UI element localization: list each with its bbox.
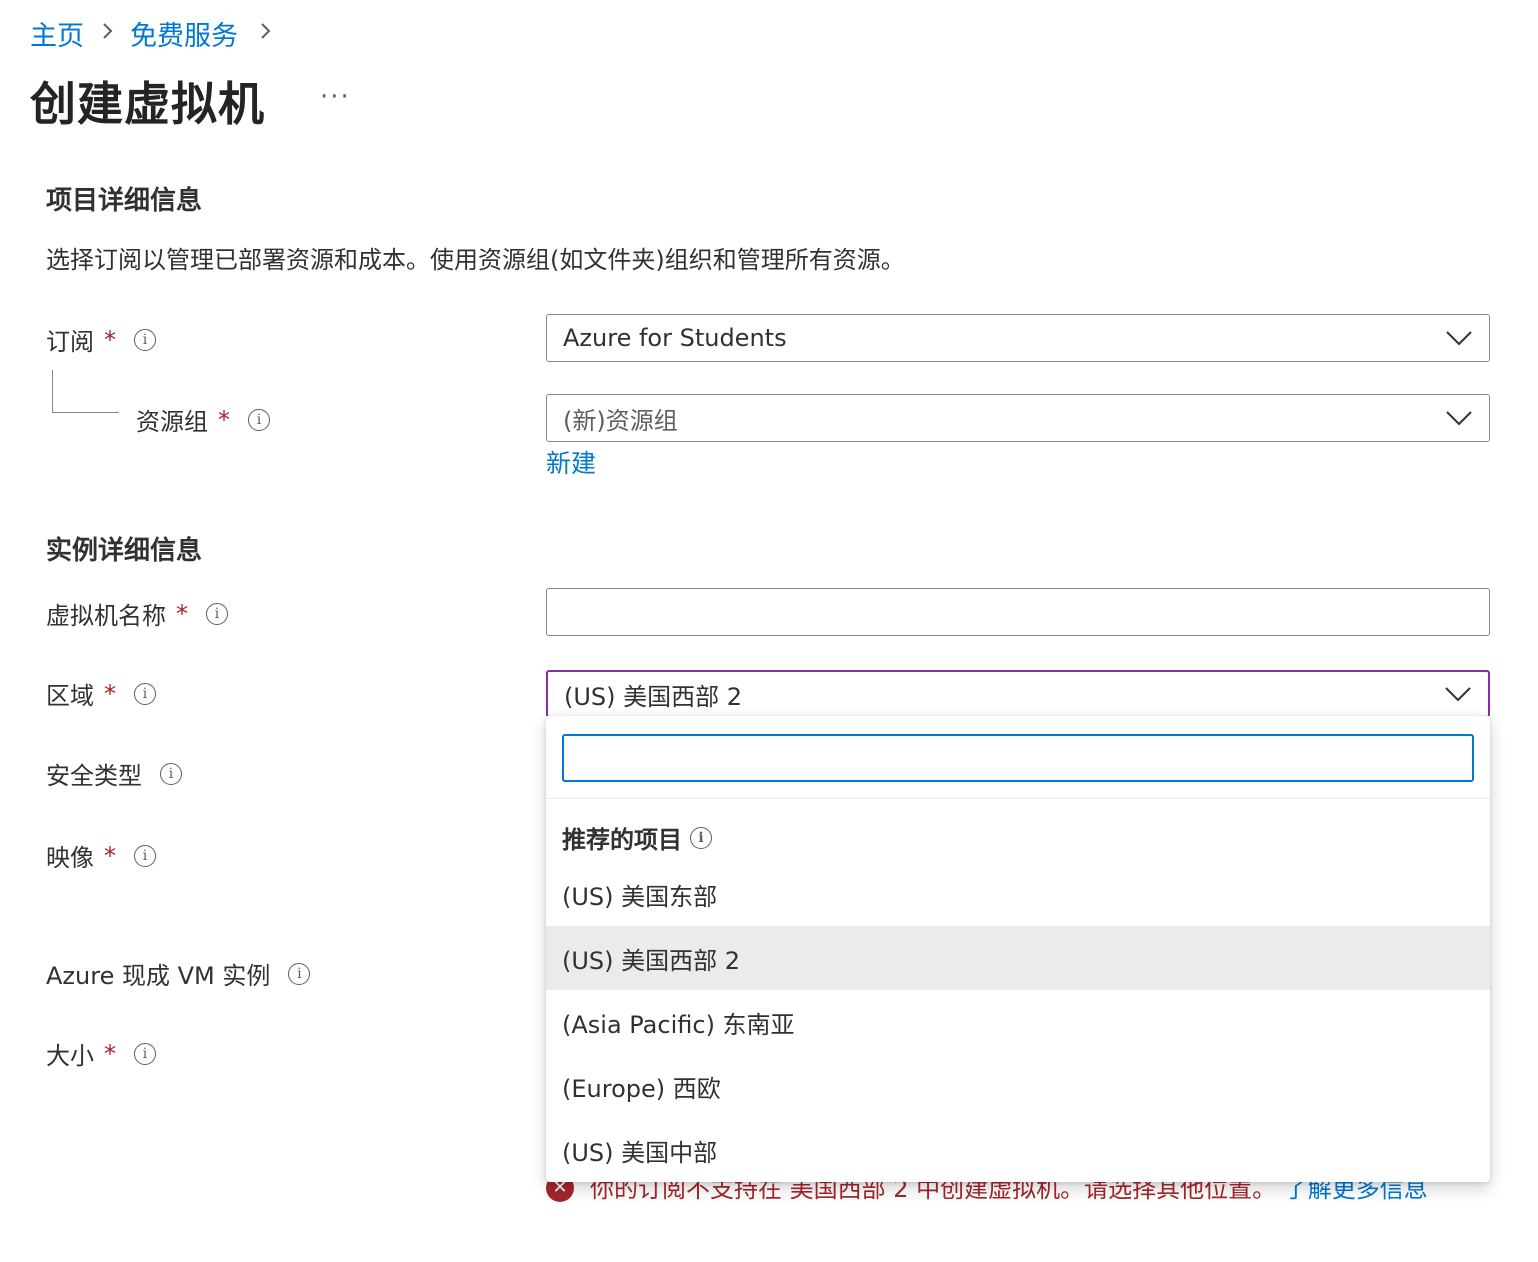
subscription-value: Azure for Students [563, 324, 787, 352]
required-mark: * [218, 405, 230, 434]
info-icon[interactable]: i [134, 1042, 156, 1065]
resource-group-label-text: 资源组 [136, 408, 208, 436]
vm-name-input[interactable] [546, 588, 1490, 636]
chevron-right-icon [261, 23, 271, 39]
security-type-label-text: 安全类型 [46, 762, 142, 790]
create-new-resource-group-link[interactable]: 新建 [546, 444, 596, 480]
chevron-down-icon [1445, 687, 1471, 702]
required-mark: * [176, 599, 188, 628]
recommended-group-header: 推荐的项目 i [562, 820, 712, 855]
chevron-down-icon [1446, 331, 1472, 346]
info-icon[interactable]: i [134, 328, 156, 351]
region-label-text: 区域 [46, 682, 94, 710]
breadcrumb-free-services[interactable]: 免费服务 [130, 14, 238, 53]
size-label-text: 大小 [46, 1042, 94, 1070]
spot-instance-label: Azure 现成 VM 实例 i [46, 956, 311, 991]
region-option-us-east[interactable]: (US) 美国东部 [546, 862, 1490, 926]
info-icon[interactable]: i [248, 408, 270, 431]
info-icon[interactable]: i [134, 682, 156, 705]
subscription-label: 订阅 * i [46, 322, 156, 357]
project-details-title: 项目详细信息 [46, 186, 203, 216]
info-icon[interactable]: i [134, 844, 156, 867]
info-icon[interactable]: i [206, 602, 228, 625]
info-icon[interactable]: i [160, 762, 182, 785]
region-label: 区域 * i [46, 676, 156, 711]
region-option-southeast-asia[interactable]: (Asia Pacific) 东南亚 [546, 990, 1490, 1054]
resource-group-label: 资源组 * i [136, 402, 270, 437]
instance-details-title: 实例详细信息 [46, 536, 203, 566]
info-icon[interactable]: i [690, 826, 712, 849]
subscription-label-text: 订阅 [46, 328, 94, 356]
security-type-label: 安全类型 i [46, 756, 182, 791]
info-icon[interactable]: i [288, 962, 311, 985]
region-search-input[interactable] [562, 734, 1474, 782]
region-option-us-west-2[interactable]: (US) 美国西部 2 [546, 926, 1490, 990]
region-option-us-central[interactable]: (US) 美国中部 [546, 1118, 1490, 1182]
region-select[interactable]: (US) 美国西部 2 [546, 670, 1490, 718]
required-mark: * [104, 679, 116, 708]
required-mark: * [104, 325, 116, 354]
region-dropdown: 推荐的项目 i (US) 美国东部 (US) 美国西部 2 (Asia Paci… [546, 716, 1490, 1182]
image-label: 映像 * i [46, 838, 156, 873]
size-label: 大小 * i [46, 1036, 156, 1071]
image-label-text: 映像 [46, 844, 94, 872]
breadcrumb-home[interactable]: 主页 [30, 14, 84, 53]
project-details-description: 选择订阅以管理已部署资源和成本。使用资源组(如文件夹)组织和管理所有资源。 [46, 246, 905, 274]
subscription-select[interactable]: Azure for Students [546, 314, 1490, 362]
more-options-icon[interactable]: ··· [320, 82, 351, 112]
region-option-west-europe[interactable]: (Europe) 西欧 [546, 1054, 1490, 1118]
vm-name-label: 虚拟机名称 * i [46, 596, 228, 631]
spot-instance-label-text: Azure 现成 VM 实例 [46, 962, 271, 990]
resource-group-value: (新)资源组 [563, 406, 678, 435]
tree-connector [52, 370, 119, 413]
resource-group-select[interactable]: (新)资源组 [546, 394, 1490, 442]
required-mark: * [104, 1039, 116, 1068]
chevron-down-icon [1446, 411, 1472, 426]
page-title: 创建虚拟机 [30, 77, 265, 131]
chevron-right-icon [103, 23, 113, 39]
required-mark: * [104, 841, 116, 870]
region-value: (US) 美国西部 2 [564, 682, 743, 711]
recommended-group-title: 推荐的项目 [562, 826, 682, 854]
vm-name-label-text: 虚拟机名称 [46, 602, 166, 630]
divider [546, 798, 1490, 799]
